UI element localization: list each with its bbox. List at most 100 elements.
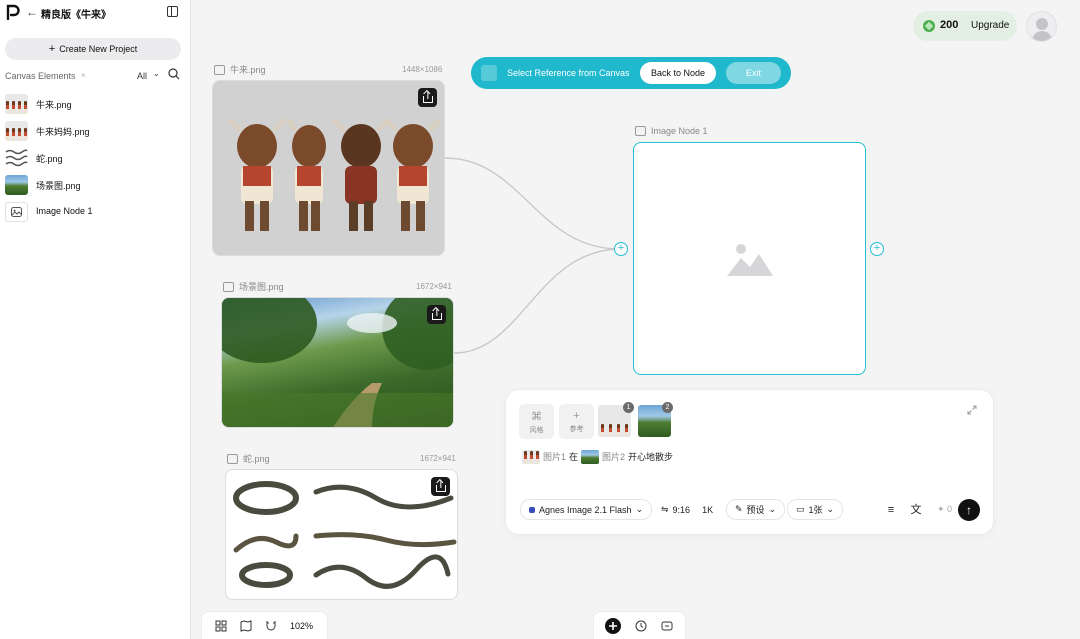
scene-thumbnail — [5, 175, 28, 195]
credit-cost: ✦ 0 — [937, 504, 953, 514]
resolution: 1K — [702, 504, 714, 515]
zoom-level[interactable]: 102% — [290, 621, 313, 631]
action-toolbar — [593, 611, 686, 639]
list-item-name: 场景图.png — [36, 181, 81, 191]
bull-node-dims: 1448×1086 — [402, 65, 443, 74]
create-project-button[interactable]: + Create New Project — [5, 38, 181, 60]
reference-badge: 1 — [623, 402, 634, 413]
reference-bar-text: Select Reference from Canvas — [507, 68, 630, 78]
count-select[interactable]: ▭ 1张 ⌄ — [787, 499, 844, 520]
translate-icon[interactable]: 文 — [910, 504, 922, 516]
count-label: 1张 — [808, 505, 823, 515]
list-item-name: Image Node 1 — [36, 206, 93, 216]
style-icon: ⌘ — [531, 411, 542, 423]
bull-node-label: 牛来.png — [214, 63, 266, 76]
map-icon[interactable] — [240, 620, 252, 632]
chevron-down-icon: ⌄ — [768, 504, 777, 514]
chevron-down-icon: ⌄ — [635, 504, 644, 514]
scene-node-dims: 1672×941 — [416, 282, 452, 291]
upload-icon[interactable] — [427, 305, 446, 324]
snake-node-dims: 1672×941 — [420, 454, 456, 463]
cost-value: 0 — [947, 504, 953, 514]
ratio-resolution-select[interactable]: ⇋ 9:16 1K — [653, 499, 722, 520]
bull-characters-image — [228, 118, 442, 231]
upload-icon[interactable] — [431, 477, 450, 496]
project-title: 精良版《牛来》 — [41, 10, 111, 21]
prompt-input[interactable]: 图片1 在 图片2 开心地散步 — [522, 449, 673, 464]
list-item[interactable]: Image Node 1 — [5, 202, 185, 229]
reference-label: 参考 — [569, 426, 584, 433]
bull-thumbnail — [5, 94, 28, 114]
input-port-icon[interactable]: + — [614, 242, 628, 256]
reference-chip-1 — [522, 449, 540, 464]
list-item[interactable]: 场景图.png — [5, 175, 185, 202]
create-project-label: Create New Project — [59, 44, 138, 54]
plus-icon: + — [573, 410, 580, 422]
snake-node-title: 蛇.png — [243, 454, 270, 464]
chat-icon[interactable] — [661, 620, 673, 632]
image-node-1[interactable] — [633, 142, 866, 375]
credit-count: 200 — [940, 19, 959, 31]
preset-select[interactable]: ✎ 预设 ⌄ — [726, 499, 786, 520]
prompt-composer: ⌘ 风格 + 参考 1 2 图片1 在 图片2 开心地散步 Agnes Imag… — [505, 389, 994, 535]
scene-node-title: 场景图.png — [239, 282, 284, 292]
brush-icon: ✎ — [735, 504, 743, 514]
history-icon[interactable] — [635, 620, 647, 632]
model-icon — [529, 506, 535, 513]
list-item[interactable]: 牛来.png — [5, 94, 185, 121]
credit-coin-icon — [923, 20, 935, 32]
image-placeholder-icon — [727, 244, 773, 276]
expand-icon[interactable] — [967, 405, 977, 415]
ref-token-1: 图片1 — [543, 452, 567, 462]
image-node-icon — [5, 202, 28, 222]
filter-select[interactable]: All — [137, 71, 147, 81]
sidebar-header: ← 精良版《牛来》 — [0, 0, 191, 26]
forest-scene-image — [222, 298, 453, 427]
list-item[interactable]: 蛇.png — [5, 148, 185, 175]
upload-icon[interactable] — [418, 88, 437, 107]
search-icon[interactable] — [168, 68, 180, 80]
style-label: 风格 — [529, 427, 544, 434]
add-reference-button[interactable]: + 参考 — [559, 404, 594, 439]
sliders-icon: ⇋ — [661, 504, 669, 514]
chevron-down-icon: ⌄ — [826, 504, 835, 514]
grid-layout-icon[interactable] — [215, 620, 227, 632]
prompt-text: 在 — [569, 452, 579, 462]
model-name: Agnes Image 2.1 Flash — [539, 504, 632, 515]
reference-badge: 2 — [662, 402, 673, 413]
elements-filter-bar: Canvas Elements × All ⌄ — [5, 68, 181, 84]
upgrade-button[interactable]: Upgrade — [971, 20, 1009, 31]
send-button[interactable]: ↑ — [958, 499, 980, 521]
image-icon — [214, 64, 225, 75]
list-item[interactable]: 牛来妈妈.png — [5, 121, 185, 148]
edge-scene-to-node — [453, 248, 622, 354]
back-arrow-icon[interactable]: ← — [26, 5, 38, 19]
chevron-down-icon[interactable]: ⌄ — [153, 69, 160, 78]
scene-image-node[interactable] — [221, 297, 454, 428]
avatar[interactable] — [1026, 11, 1057, 42]
style-button[interactable]: ⌘ 风格 — [519, 404, 554, 439]
output-port-icon[interactable]: + — [870, 242, 884, 256]
model-select[interactable]: Agnes Image 2.1 Flash ⌄ — [520, 499, 653, 520]
clear-filter-icon[interactable]: × — [81, 71, 86, 80]
document-icon: ▭ — [796, 504, 805, 514]
canvas[interactable]: 牛来.png 1448×1086 场景图.png 1672×941 蛇.png … — [192, 0, 1080, 639]
bull-image-node[interactable] — [212, 80, 445, 256]
prompt-text: 开心地散步 — [628, 452, 674, 462]
bull-node-title: 牛来.png — [230, 65, 266, 75]
elements-label: Canvas Elements — [5, 71, 76, 81]
sidebar: ← 精良版《牛来》 + Create New Project Canvas El… — [0, 0, 191, 639]
app-logo-icon[interactable] — [6, 4, 20, 20]
back-to-node-button[interactable]: Back to Node — [640, 62, 716, 84]
list-item-name: 蛇.png — [36, 154, 63, 164]
snake-thumbnail — [5, 148, 28, 168]
image-icon — [227, 453, 238, 464]
magnet-icon[interactable] — [265, 620, 277, 632]
exit-button[interactable]: Exit — [726, 62, 781, 84]
add-node-icon[interactable] — [605, 618, 621, 634]
edge-bull-to-node — [444, 157, 622, 250]
snake-image-node[interactable] — [225, 469, 458, 600]
panel-toggle-icon[interactable] — [167, 6, 178, 17]
prompt-enhance-icon[interactable]: ≡ — [885, 504, 897, 516]
cursor-select-icon — [481, 65, 497, 81]
